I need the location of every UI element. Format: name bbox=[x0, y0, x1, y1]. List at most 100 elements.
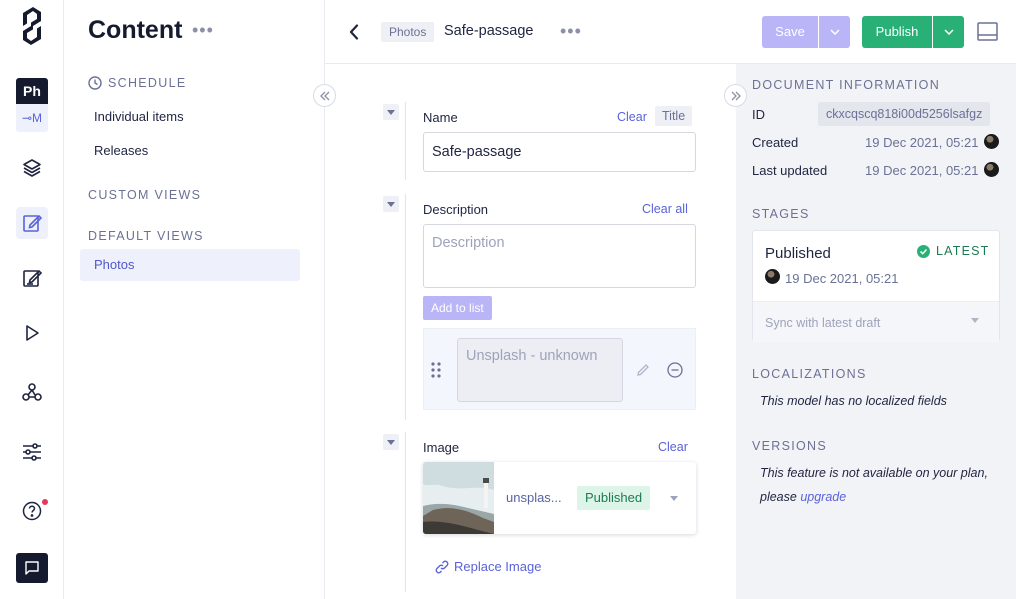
panel-icon bbox=[977, 22, 998, 41]
created-value: 19 Dec 2021, 05:21 bbox=[865, 135, 979, 150]
avatar bbox=[984, 134, 999, 149]
name-input[interactable]: Safe-passage bbox=[423, 132, 696, 172]
versions-note-line2: please upgrade bbox=[760, 485, 846, 509]
title-tag: Title bbox=[655, 106, 693, 126]
caret-down-icon bbox=[387, 439, 395, 445]
webhook-icon[interactable] bbox=[16, 376, 48, 408]
id-label: ID bbox=[752, 107, 765, 122]
save-button[interactable]: Save bbox=[762, 16, 818, 48]
localizations-note: This model has no localized fields bbox=[760, 394, 947, 408]
environment-badge[interactable]: ⊸M bbox=[16, 104, 48, 132]
description-label: Description bbox=[423, 202, 489, 217]
sync-label: Sync with latest draft bbox=[765, 316, 881, 330]
logo-icon[interactable] bbox=[16, 7, 48, 45]
sidebar-item-photos[interactable]: Photos bbox=[80, 249, 300, 281]
sidebar-more-button[interactable]: ••• bbox=[192, 20, 214, 41]
edit-icon[interactable] bbox=[16, 262, 48, 294]
image-filename[interactable]: unsplas... bbox=[506, 490, 562, 505]
project-badge[interactable]: Ph bbox=[16, 78, 48, 104]
notification-dot bbox=[42, 499, 48, 505]
back-button[interactable] bbox=[349, 20, 365, 44]
add-to-list-button[interactable]: Add to list bbox=[423, 296, 492, 320]
replace-image-button[interactable]: Replace Image bbox=[435, 559, 541, 574]
localizations-title: LOCALIZATIONS bbox=[752, 367, 867, 381]
custom-views-label: CUSTOM VIEWS bbox=[88, 188, 202, 202]
last-updated-label: Last updated bbox=[752, 163, 828, 178]
collapse-field-toggle[interactable] bbox=[383, 104, 399, 120]
stage-name: Published bbox=[765, 245, 831, 262]
chat-icon[interactable] bbox=[16, 553, 48, 583]
description-clear-all-button[interactable]: Clear all bbox=[642, 202, 688, 216]
versions-title: VERSIONS bbox=[752, 439, 827, 453]
name-label: Name bbox=[423, 110, 458, 125]
app-nav-rail: Ph ⊸M bbox=[0, 0, 64, 599]
breadcrumb-entry: Safe-passage bbox=[444, 23, 534, 39]
image-thumbnail bbox=[423, 462, 494, 534]
list-item-textarea[interactable]: Unsplash - unknown bbox=[457, 338, 623, 402]
caret-down-icon[interactable] bbox=[670, 496, 678, 501]
caret-down-icon bbox=[971, 318, 979, 323]
chevron-left-icon bbox=[349, 24, 359, 40]
chevron-down-icon bbox=[943, 29, 954, 35]
stages-title: STAGES bbox=[752, 207, 810, 221]
sidebar-title: Content bbox=[88, 16, 183, 44]
caret-down-icon bbox=[387, 201, 395, 207]
caret-down-icon bbox=[387, 109, 395, 115]
link-icon bbox=[435, 560, 449, 573]
chevron-down-icon bbox=[829, 29, 840, 35]
sidebar-item-individual-items[interactable]: Individual items bbox=[94, 109, 184, 124]
content-icon[interactable] bbox=[16, 207, 48, 239]
id-value[interactable]: ckxcqscq818i00d5256lsafgz bbox=[818, 102, 991, 126]
description-textarea[interactable]: Description bbox=[423, 224, 696, 288]
remove-icon[interactable] bbox=[667, 362, 683, 378]
double-chevron-left-icon bbox=[319, 91, 329, 100]
image-clear-button[interactable]: Clear bbox=[658, 440, 688, 454]
versions-note-prefix: please bbox=[760, 490, 801, 504]
toggle-info-panel-button[interactable] bbox=[977, 22, 998, 41]
latest-badge: LATEST bbox=[917, 244, 990, 258]
versions-note: This feature is not available on your pl… bbox=[760, 466, 988, 480]
entry-form: Name Clear Title Safe-passage Descriptio… bbox=[325, 64, 736, 599]
expand-info-panel-button[interactable] bbox=[724, 84, 747, 107]
field-divider bbox=[405, 194, 406, 420]
clock-icon bbox=[88, 76, 102, 90]
breadcrumb-model[interactable]: Photos bbox=[381, 22, 435, 42]
field-divider bbox=[405, 432, 406, 592]
stage-date: 19 Dec 2021, 05:21 bbox=[785, 271, 899, 286]
document-info-panel: DOCUMENT INFORMATION ID ckxcqscq818i00d5… bbox=[736, 64, 1016, 599]
stage-card: Published LATEST 19 Dec 2021, 05:21 Sync… bbox=[752, 230, 1000, 342]
replace-image-label: Replace Image bbox=[454, 559, 542, 574]
editor-topbar: Photos Safe-passage ••• Save Publish bbox=[325, 0, 1016, 64]
collapse-field-toggle[interactable] bbox=[383, 434, 399, 450]
play-icon[interactable] bbox=[16, 317, 48, 349]
image-asset-card[interactable]: unsplas... Published bbox=[423, 462, 696, 534]
description-list: Unsplash - unknown bbox=[423, 328, 696, 410]
save-options-button[interactable] bbox=[819, 16, 850, 48]
pencil-icon[interactable] bbox=[636, 363, 650, 377]
created-label: Created bbox=[752, 135, 799, 150]
avatar bbox=[765, 269, 780, 284]
latest-label: LATEST bbox=[936, 244, 990, 258]
image-label: Image bbox=[423, 440, 460, 455]
field-divider bbox=[405, 102, 406, 180]
default-views-label: DEFAULT VIEWS bbox=[88, 229, 204, 243]
collapse-field-toggle[interactable] bbox=[383, 196, 399, 212]
avatar bbox=[984, 162, 999, 177]
sync-dropdown[interactable]: Sync with latest draft bbox=[753, 301, 999, 342]
sidebar-item-releases[interactable]: Releases bbox=[94, 143, 148, 158]
layers-icon[interactable] bbox=[16, 152, 48, 184]
schedule-label: SCHEDULE bbox=[108, 76, 187, 90]
schedule-section: SCHEDULE bbox=[88, 76, 186, 90]
check-circle-icon bbox=[917, 244, 930, 258]
content-sidebar: Content ••• SCHEDULE Individual items Re… bbox=[64, 0, 325, 599]
sliders-icon[interactable] bbox=[16, 436, 48, 468]
double-chevron-right-icon bbox=[731, 91, 741, 100]
name-clear-button[interactable]: Clear bbox=[617, 110, 647, 124]
publish-button[interactable]: Publish bbox=[862, 16, 932, 48]
document-info-title: DOCUMENT INFORMATION bbox=[752, 78, 941, 92]
collapse-sidebar-button[interactable] bbox=[313, 84, 336, 107]
upgrade-link[interactable]: upgrade bbox=[800, 490, 846, 504]
entry-more-button[interactable]: ••• bbox=[560, 21, 582, 42]
publish-options-button[interactable] bbox=[933, 16, 964, 48]
drag-handle-icon[interactable] bbox=[431, 362, 441, 378]
